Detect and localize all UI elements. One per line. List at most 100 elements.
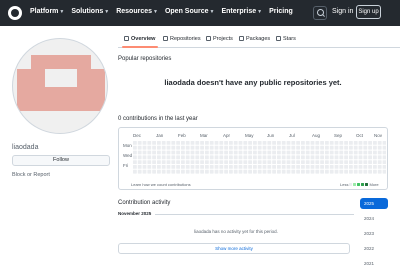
- show-more-activity-button[interactable]: Show more activity: [118, 243, 350, 254]
- contribution-day: [181, 141, 185, 145]
- contribution-day: [205, 150, 209, 155]
- contribution-day: [382, 145, 386, 150]
- contribution-day: [320, 160, 324, 164]
- search-icon[interactable]: [313, 6, 327, 20]
- contribution-day: [214, 165, 219, 169]
- contribution-day: [238, 169, 243, 174]
- top-header: Platform▼ Solutions▼ Resources▼ Open Sou…: [0, 0, 400, 26]
- contribution-day: [344, 160, 348, 164]
- contribution-day: [363, 141, 368, 145]
- contribution-day: [181, 150, 185, 155]
- contribution-day: [277, 155, 281, 160]
- contribution-day: [142, 145, 147, 150]
- contribution-day: [257, 141, 262, 145]
- contribution-day: [200, 165, 204, 169]
- nav-open-source[interactable]: Open Source▼: [165, 8, 215, 15]
- contribution-day: [161, 155, 166, 160]
- contribution-day: [214, 169, 219, 174]
- contribution-day: [296, 145, 300, 150]
- contribution-day: [329, 155, 334, 160]
- sign-up-button[interactable]: Sign up: [356, 5, 381, 19]
- sign-in-link[interactable]: Sign in: [332, 8, 353, 15]
- contribution-day: [291, 160, 296, 164]
- nav-solutions[interactable]: Solutions▼: [71, 8, 109, 15]
- contribution-day: [233, 150, 238, 155]
- year-2022[interactable]: 2022: [360, 243, 388, 254]
- contribution-day: [339, 141, 344, 145]
- contribution-day: [181, 155, 185, 160]
- contribution-day: [315, 160, 320, 164]
- year-2023[interactable]: 2023: [360, 228, 388, 239]
- nav-resources[interactable]: Resources▼: [116, 8, 158, 15]
- contribution-day: [161, 165, 166, 169]
- tab-overview[interactable]: Overview: [124, 36, 155, 42]
- contribution-day: [301, 145, 305, 150]
- contribution-day: [262, 160, 267, 164]
- tab-projects[interactable]: Projects: [206, 36, 233, 42]
- contribution-day: [325, 160, 329, 164]
- year-2021[interactable]: 2021: [360, 258, 388, 266]
- contribution-day: [152, 150, 156, 155]
- package-icon: [239, 36, 244, 41]
- contribution-day: [373, 165, 377, 169]
- contribution-day: [253, 145, 257, 150]
- contribution-day: [334, 165, 339, 169]
- contribution-day: [363, 169, 368, 174]
- contribution-day: [181, 160, 185, 164]
- contribution-day: [176, 165, 180, 169]
- contribution-day: [224, 155, 228, 160]
- learn-contributions-link[interactable]: Learn how we count contributions: [131, 182, 191, 187]
- contributions-title: 0 contributions in the last year: [118, 116, 198, 122]
- contribution-day: [214, 160, 219, 164]
- contribution-day: [224, 145, 228, 150]
- contribution-day: [277, 160, 281, 164]
- tab-packages[interactable]: Packages: [239, 36, 270, 42]
- contribution-day: [353, 169, 358, 174]
- github-logo-icon[interactable]: [8, 6, 22, 20]
- contribution-day: [325, 150, 329, 155]
- nav-enterprise[interactable]: Enterprise▼: [221, 8, 262, 15]
- contribution-day: [219, 150, 224, 155]
- contribution-day: [325, 169, 329, 174]
- contribution-day: [147, 150, 152, 155]
- contribution-day: [219, 145, 224, 150]
- contribution-day: [157, 155, 161, 160]
- contribution-day: [291, 169, 296, 174]
- year-2024[interactable]: 2024: [360, 213, 388, 224]
- tab-repositories[interactable]: Repositories: [163, 36, 201, 42]
- contribution-day: [373, 169, 377, 174]
- contribution-day: [296, 150, 300, 155]
- contribution-day: [161, 160, 166, 164]
- contribution-day: [368, 145, 372, 150]
- block-or-report-link[interactable]: Block or Report: [12, 172, 50, 178]
- tab-stars[interactable]: Stars: [276, 36, 296, 42]
- contribution-day: [181, 169, 185, 174]
- contribution-day: [377, 160, 382, 164]
- contribution-day: [133, 141, 137, 145]
- contribution-day: [310, 155, 315, 160]
- contribution-day: [157, 150, 161, 155]
- activity-title: Contribution activity: [118, 200, 171, 206]
- contribution-day: [305, 155, 310, 160]
- contribution-day: [229, 150, 233, 155]
- contribution-day: [310, 141, 315, 145]
- year-2025[interactable]: 2025: [360, 198, 388, 209]
- contribution-day: [353, 155, 358, 160]
- follow-button[interactable]: Follow: [12, 155, 110, 166]
- contribution-day: [214, 150, 219, 155]
- contribution-day: [363, 145, 368, 150]
- contribution-day: [161, 141, 166, 145]
- nav-platform[interactable]: Platform▼: [30, 8, 64, 15]
- legend-less: Less: [340, 182, 349, 187]
- contribution-day: [248, 160, 252, 164]
- contribution-day: [253, 165, 257, 169]
- contribution-day: [185, 160, 190, 164]
- contribution-day: [286, 150, 291, 155]
- contribution-day: [286, 165, 291, 169]
- contribution-day: [339, 169, 344, 174]
- month-label: Nov: [374, 133, 383, 138]
- contribution-day: [209, 145, 214, 150]
- repo-icon: [163, 36, 168, 41]
- nav-pricing[interactable]: Pricing: [269, 8, 293, 15]
- contribution-day: [296, 160, 300, 164]
